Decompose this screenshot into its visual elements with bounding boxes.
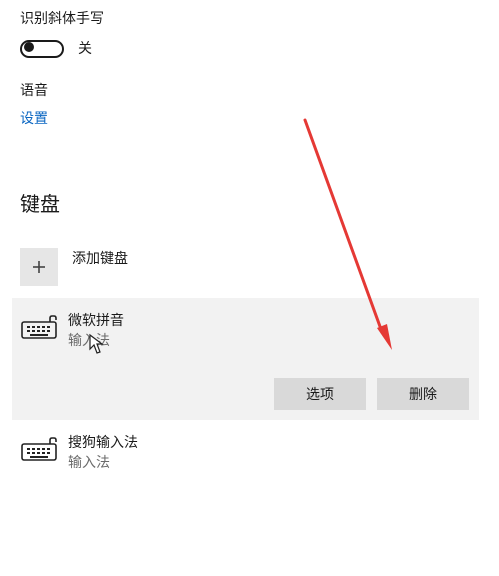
annotation-arrow [303, 118, 392, 350]
